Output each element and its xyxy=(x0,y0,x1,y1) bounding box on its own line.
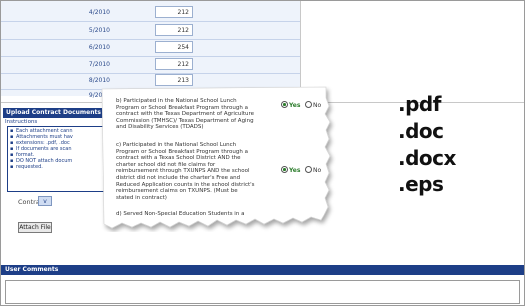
zoom-callout: b) Participated in the National School L… xyxy=(100,86,336,232)
question-b-text: b) Participated in the National School L… xyxy=(116,98,255,131)
extension-docx: .docx xyxy=(398,146,456,170)
value-input[interactable]: 212 xyxy=(155,24,193,36)
table-row: 5/2010 212 xyxy=(50,23,300,38)
instructions-label: Instructions xyxy=(5,119,38,125)
attach-file-button[interactable]: Attach File xyxy=(18,222,52,233)
question-c-no-radio[interactable]: No xyxy=(305,166,321,174)
monthly-usage-table: 4/2010 212 5/2010 212 6/2010 254 7/2010 … xyxy=(0,0,300,101)
question-d-text: d) Served Non-Special Education Students… xyxy=(116,211,245,217)
user-comments-header: User Comments xyxy=(0,265,525,275)
contract-dropdown[interactable]: v xyxy=(38,196,52,206)
month-cell: 6/2010 xyxy=(88,44,110,51)
month-cell: 5/2010 xyxy=(88,27,110,34)
extension-eps: .eps xyxy=(398,172,444,196)
radio-empty-icon xyxy=(305,101,312,108)
question-c-yes-radio[interactable]: Yes xyxy=(281,166,300,174)
month-cell: 4/2010 xyxy=(88,9,110,16)
extension-pdf: .pdf xyxy=(398,92,441,116)
question-b-no-radio[interactable]: No xyxy=(305,101,321,109)
user-comments-textarea[interactable] xyxy=(5,280,520,304)
question-c-text: c) Participated in the National School L… xyxy=(116,142,255,201)
value-input[interactable]: 254 xyxy=(155,41,193,53)
value-input[interactable]: 212 xyxy=(155,58,193,70)
value-input[interactable]: 212 xyxy=(155,6,193,18)
row-divider xyxy=(0,21,300,22)
value-input[interactable]: 213 xyxy=(155,74,193,86)
radio-empty-icon xyxy=(305,166,312,173)
question-b-yes-radio[interactable]: Yes xyxy=(281,101,300,109)
table-row: 7/2010 212 xyxy=(50,57,300,72)
month-cell: 7/2010 xyxy=(88,61,110,68)
month-cell: 8/2010 xyxy=(88,77,110,84)
table-row: 6/2010 254 xyxy=(50,40,300,55)
radio-selected-icon xyxy=(281,166,288,173)
radio-selected-icon xyxy=(281,101,288,108)
extension-doc: .doc xyxy=(398,119,444,143)
chevron-down-icon: v xyxy=(43,198,47,205)
table-row: 4/2010 212 xyxy=(50,5,300,20)
